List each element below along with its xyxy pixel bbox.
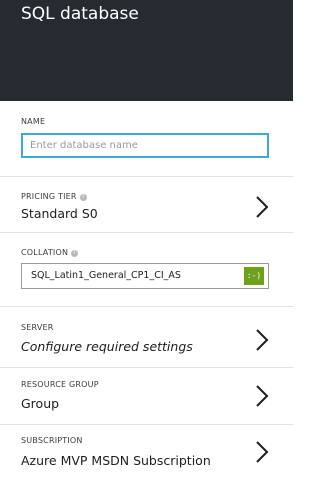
resource-group-section[interactable]: RESOURCE GROUP Group — [0, 368, 293, 424]
blade-title: SQL database — [21, 4, 139, 24]
subscription-value: Azure MVP MSDN Subscription — [21, 453, 211, 468]
info-icon[interactable]: i — [71, 250, 79, 257]
collation-label-row: COLLATION i — [21, 248, 79, 257]
database-name-input[interactable] — [21, 133, 269, 158]
info-icon[interactable]: i — [79, 194, 87, 201]
chevron-right-icon[interactable] — [255, 328, 269, 352]
chevron-right-icon[interactable] — [255, 440, 269, 464]
divider — [0, 232, 293, 233]
pricing-tier-label-row: PRICING TIER i — [21, 192, 87, 201]
collation-label: COLLATION — [21, 248, 69, 257]
server-value: Configure required settings — [21, 339, 193, 354]
validation-badge: :-) — [244, 267, 264, 285]
pricing-tier-label: PRICING TIER — [21, 192, 77, 201]
pricing-tier-value: Standard S0 — [21, 206, 98, 221]
subscription-section[interactable]: SUBSCRIPTION Azure MVP MSDN Subscription — [0, 425, 293, 489]
chevron-right-icon[interactable] — [255, 384, 269, 408]
blade-header: SQL database — [0, 0, 293, 101]
collation-input[interactable]: SQL_Latin1_General_CP1_CI_AS :-) — [21, 263, 269, 289]
server-section[interactable]: SERVER Configure required settings — [0, 307, 293, 367]
collation-value: SQL_Latin1_General_CP1_CI_AS — [31, 270, 181, 281]
name-label: NAME — [21, 117, 46, 126]
pricing-tier-section[interactable]: PRICING TIER i Standard S0 — [0, 177, 293, 232]
subscription-label: SUBSCRIPTION — [21, 436, 83, 445]
chevron-right-icon[interactable] — [255, 195, 269, 219]
server-label: SERVER — [21, 323, 54, 332]
resource-group-label: RESOURCE GROUP — [21, 380, 99, 389]
resource-group-value: Group — [21, 396, 60, 411]
